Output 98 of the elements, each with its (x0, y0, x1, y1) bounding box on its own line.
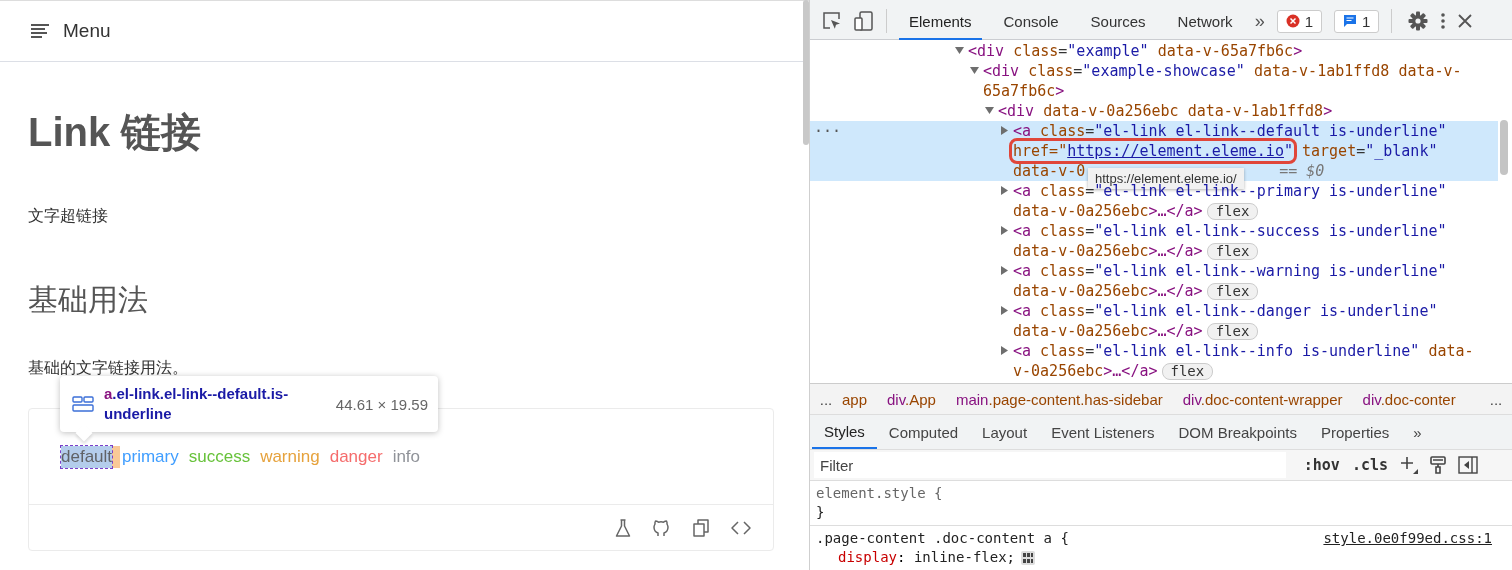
panel-tab[interactable]: Properties (1308, 415, 1402, 449)
cat-icon[interactable] (653, 518, 671, 537)
intro-text: 文字超链接 (28, 206, 109, 226)
copy-icon[interactable] (693, 518, 709, 537)
more-tabs-button[interactable]: » (1401, 415, 1434, 449)
more-actions-button[interactable]: ··· (814, 121, 842, 141)
css-selector: element.style { (816, 484, 943, 503)
flex-editor-icon[interactable] (1021, 550, 1036, 565)
panel-tab[interactable]: Network (1167, 2, 1243, 40)
flex-badge[interactable]: flex (1206, 242, 1259, 260)
inspect-icon[interactable] (822, 11, 842, 31)
panel-tab[interactable]: Layout (970, 415, 1040, 449)
breadcrumb-item[interactable]: app (842, 390, 868, 408)
filter-field[interactable]: Filter (814, 452, 1286, 478)
collapsed-triangle-icon[interactable] (1000, 226, 1009, 235)
section-description: 基础的文字链接用法。 (28, 358, 189, 378)
expanded-triangle-icon[interactable] (985, 106, 994, 115)
flex-badge[interactable]: flex (1206, 282, 1259, 300)
menu-button[interactable]: Menu (30, 20, 111, 42)
panel-tab[interactable]: Event Listeners (1039, 415, 1167, 449)
link[interactable]: default (61, 445, 113, 468)
html-element-text: <div class="example-showcase" data-v-1ab1ffd8 data-v- (983, 61, 1462, 81)
collapsed-triangle-icon[interactable] (1000, 266, 1009, 275)
collapsed-triangle-icon[interactable] (1000, 306, 1009, 315)
attribute-text: href=" (1013, 142, 1068, 160)
panel-tab[interactable]: Sources (1080, 2, 1156, 40)
menu-icon (30, 23, 50, 39)
panel-tab[interactable]: Computed (876, 415, 971, 449)
panel-tab[interactable]: Elements (899, 2, 982, 40)
tree-row[interactable]: <div data-v-0a256ebc data-v-1ab1ffd8> (984, 101, 1488, 121)
breadcrumb-item[interactable]: div.App (887, 390, 936, 408)
section-title: 基础用法 (28, 282, 149, 318)
more-icon[interactable] (1440, 12, 1447, 30)
more-tabs-button[interactable]: » (1254, 10, 1265, 32)
html-element-text: href="https://element.eleme.io" target="_blank" (1013, 141, 1438, 161)
html-element-text: <a class="el-link el-link--warning is-underline" (1013, 261, 1447, 281)
collapsed-triangle-icon[interactable] (1000, 126, 1009, 135)
html-element-text: data-v-0a256ebc>…</a> (1013, 281, 1203, 301)
sidebar-toggle-icon[interactable] (1458, 456, 1478, 474)
html-element-text: 65a7fb6c> (983, 81, 1065, 101)
html-element-text: <a class="el-link el-link--danger is-underline" (1013, 301, 1438, 321)
tree-row[interactable]: <a class="el-link el-link--info is-underline" data- v-0a256ebc>…</a> flex (999, 341, 1488, 381)
html-element-text: v-0a256ebc>…</a> (1013, 361, 1158, 381)
html-element-text: <a class="el-link el-link--success is-underline" (1013, 221, 1447, 241)
tooltip-pointer (75, 424, 93, 442)
html-element-text: <a class="el-link el-link--default is-underline" (1013, 121, 1447, 141)
scrollbar-thumb[interactable] (803, 0, 809, 145)
selector-text: a.el-link.el-link--default.is-underline (104, 384, 290, 424)
tree-row[interactable]: <a class="el-link el-link--warning is-underline" data-v-0a256ebc>…</a> flex (999, 261, 1488, 301)
settings-icon[interactable] (1408, 11, 1429, 31)
breadcrumb-item[interactable]: div.doc-content-wrapper (1182, 390, 1343, 408)
breadcrumb-scroll-button[interactable]: ... (1480, 390, 1512, 408)
error-counter[interactable]: 1 (1276, 9, 1322, 33)
html-element-text: <a class="el-link el-link--info is-underline" data- (1013, 341, 1474, 361)
page-title: Link 链接 (28, 109, 203, 156)
source-link[interactable]: style.0e0f99ed.css:1 (1323, 529, 1492, 548)
tree-row[interactable]: <div class="example-showcase" data-v-1ab1ffd8 data-v- 65a7fb6c> (969, 61, 1488, 101)
message-icon (1343, 14, 1357, 28)
html-element-text: data-v-0a256ebc>…</a> (1013, 201, 1203, 221)
collapsed-triangle-icon[interactable] (1000, 186, 1009, 195)
element-size: 44.61 × 19.59 (335, 395, 428, 413)
breadcrumb-item[interactable]: div.doc-conter (1362, 390, 1456, 408)
css-brace: } (816, 503, 826, 522)
css-declaration: display: inline-flex; (838, 548, 1016, 567)
scrollbar-thumb[interactable] (1500, 120, 1508, 175)
tree-row[interactable]: <a class="el-link el-link--success is-underline" data-v-0a256ebc>…</a> flex (999, 221, 1488, 261)
html-element-text: data-v-0 (1013, 161, 1086, 181)
html-element-text: data-v-0a256ebc>…</a> (1013, 241, 1203, 261)
paint-roller-icon[interactable] (1430, 456, 1446, 474)
flex-badge[interactable]: flex (1161, 362, 1214, 380)
panel-tab[interactable]: Console (993, 2, 1069, 40)
breadcrumb-item[interactable]: main.page-content.has-sidebar (955, 390, 1163, 408)
html-element-text: data-v-0a256ebc>…</a> (1013, 321, 1203, 341)
tree-row[interactable]: <div class="example" data-v-65a7fb6c> (954, 41, 1488, 61)
layout-icon (72, 396, 94, 412)
link[interactable]: https://element.eleme.io (1067, 142, 1284, 160)
css-selector: .page-content .doc-content a { (816, 529, 1069, 548)
collapsed-triangle-icon[interactable] (1000, 346, 1009, 355)
expanded-triangle-icon[interactable] (970, 66, 979, 75)
toggle-button[interactable]: :hov (1303, 456, 1340, 474)
close-icon[interactable] (1458, 14, 1473, 28)
code-icon[interactable] (731, 520, 751, 535)
message-counter[interactable]: 1 (1334, 9, 1380, 33)
selected-marker: == $0 (1279, 161, 1325, 181)
device-icon[interactable] (854, 11, 874, 31)
attribute-text: " (1283, 142, 1293, 160)
error-icon (1285, 14, 1300, 28)
html-element-text: <div class="example" data-v-65a7fb6c> (968, 41, 1303, 61)
flex-badge[interactable]: flex (1206, 322, 1259, 340)
html-element-text: <div data-v-0a256ebc data-v-1ab1ffd8> (998, 101, 1333, 121)
tree-row[interactable]: <a class="el-link el-link--danger is-underline" data-v-0a256ebc>…</a> flex (999, 301, 1488, 341)
flex-badge[interactable]: flex (1206, 202, 1259, 220)
flask-icon[interactable] (615, 518, 631, 537)
breadcrumb-scroll-button[interactable]: ... (810, 390, 842, 408)
expanded-triangle-icon[interactable] (955, 46, 964, 55)
panel-tab[interactable]: DOM Breakpoints (1166, 415, 1309, 449)
toggle-button[interactable]: .cls (1351, 456, 1388, 474)
add-icon[interactable] (1400, 456, 1418, 474)
